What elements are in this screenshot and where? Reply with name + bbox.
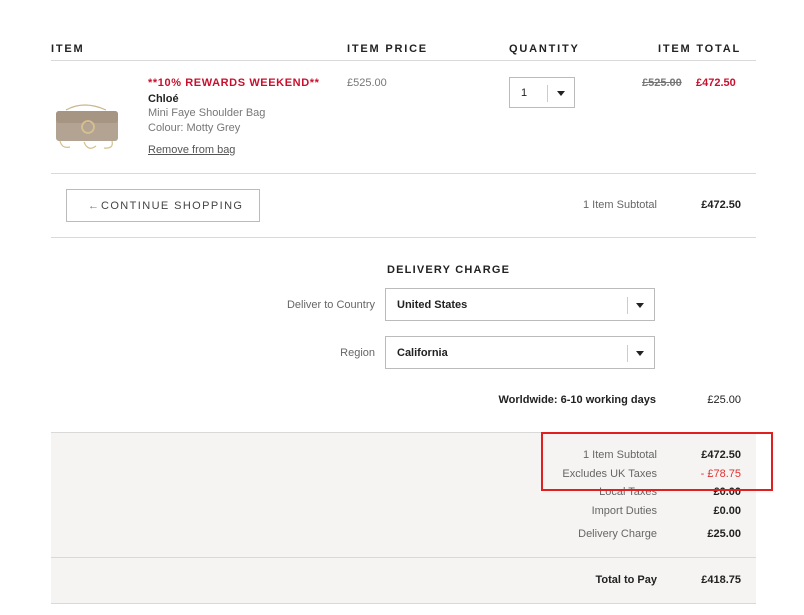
item-price: £525.00: [347, 77, 387, 89]
continue-shopping-label: CONTINUE SHOPPING: [101, 200, 244, 212]
country-label: Deliver to Country: [286, 299, 375, 311]
handbag-icon: [56, 104, 118, 149]
quantity-separator: [547, 85, 548, 102]
region-label: Region: [340, 347, 375, 359]
summary-bottom-rule: [51, 603, 756, 604]
highlight-box: [541, 432, 773, 491]
cart-subtotal-value: £472.50: [701, 199, 741, 211]
delivery-charge-title: DELIVERY CHARGE: [387, 264, 511, 276]
region-select[interactable]: California: [385, 336, 655, 369]
region-value: California: [397, 347, 448, 359]
quantity-select[interactable]: 1: [509, 77, 575, 108]
cart-divider: [51, 237, 756, 238]
chevron-down-icon: [636, 303, 644, 308]
delivery-charge-label: Delivery Charge: [578, 528, 657, 540]
header-divider: [51, 60, 756, 61]
summary-divider: [51, 557, 756, 558]
original-total: £525.00: [642, 77, 682, 89]
total-to-pay-value: £418.75: [701, 574, 741, 586]
product-image[interactable]: [54, 102, 122, 154]
import-duties-value: £0.00: [713, 505, 741, 517]
header-quantity: QUANTITY: [509, 43, 580, 55]
chevron-down-icon: [636, 351, 644, 356]
delivery-charge-value: £25.00: [707, 528, 741, 540]
cart-subtotal-label: 1 Item Subtotal: [583, 199, 657, 211]
item-divider: [51, 173, 756, 174]
header-item: ITEM: [51, 43, 85, 55]
total-to-pay-label: Total to Pay: [595, 574, 657, 586]
header-item-price: ITEM PRICE: [347, 43, 428, 55]
arrow-left-icon: ←: [88, 200, 99, 212]
country-value: United States: [397, 299, 468, 311]
product-brand[interactable]: Chloé: [148, 93, 179, 105]
header-item-total: ITEM TOTAL: [658, 43, 741, 55]
quantity-value: 1: [521, 87, 528, 99]
remove-from-bag-link[interactable]: Remove from bag: [148, 144, 235, 156]
country-select-separator: [627, 297, 628, 314]
promo-label: **10% REWARDS WEEKEND**: [148, 77, 320, 89]
product-name[interactable]: Mini Faye Shoulder Bag: [148, 107, 265, 119]
country-select[interactable]: United States: [385, 288, 655, 321]
chevron-down-icon: [557, 91, 565, 96]
region-select-separator: [627, 345, 628, 362]
discounted-total: £472.50: [696, 77, 736, 89]
delivery-method-value: £25.00: [707, 394, 741, 406]
delivery-method-label: Worldwide: 6-10 working days: [498, 394, 657, 406]
product-colour: Colour: Motty Grey: [148, 122, 241, 134]
continue-shopping-button[interactable]: ← CONTINUE SHOPPING: [66, 189, 260, 222]
import-duties-label: Import Duties: [591, 505, 657, 517]
